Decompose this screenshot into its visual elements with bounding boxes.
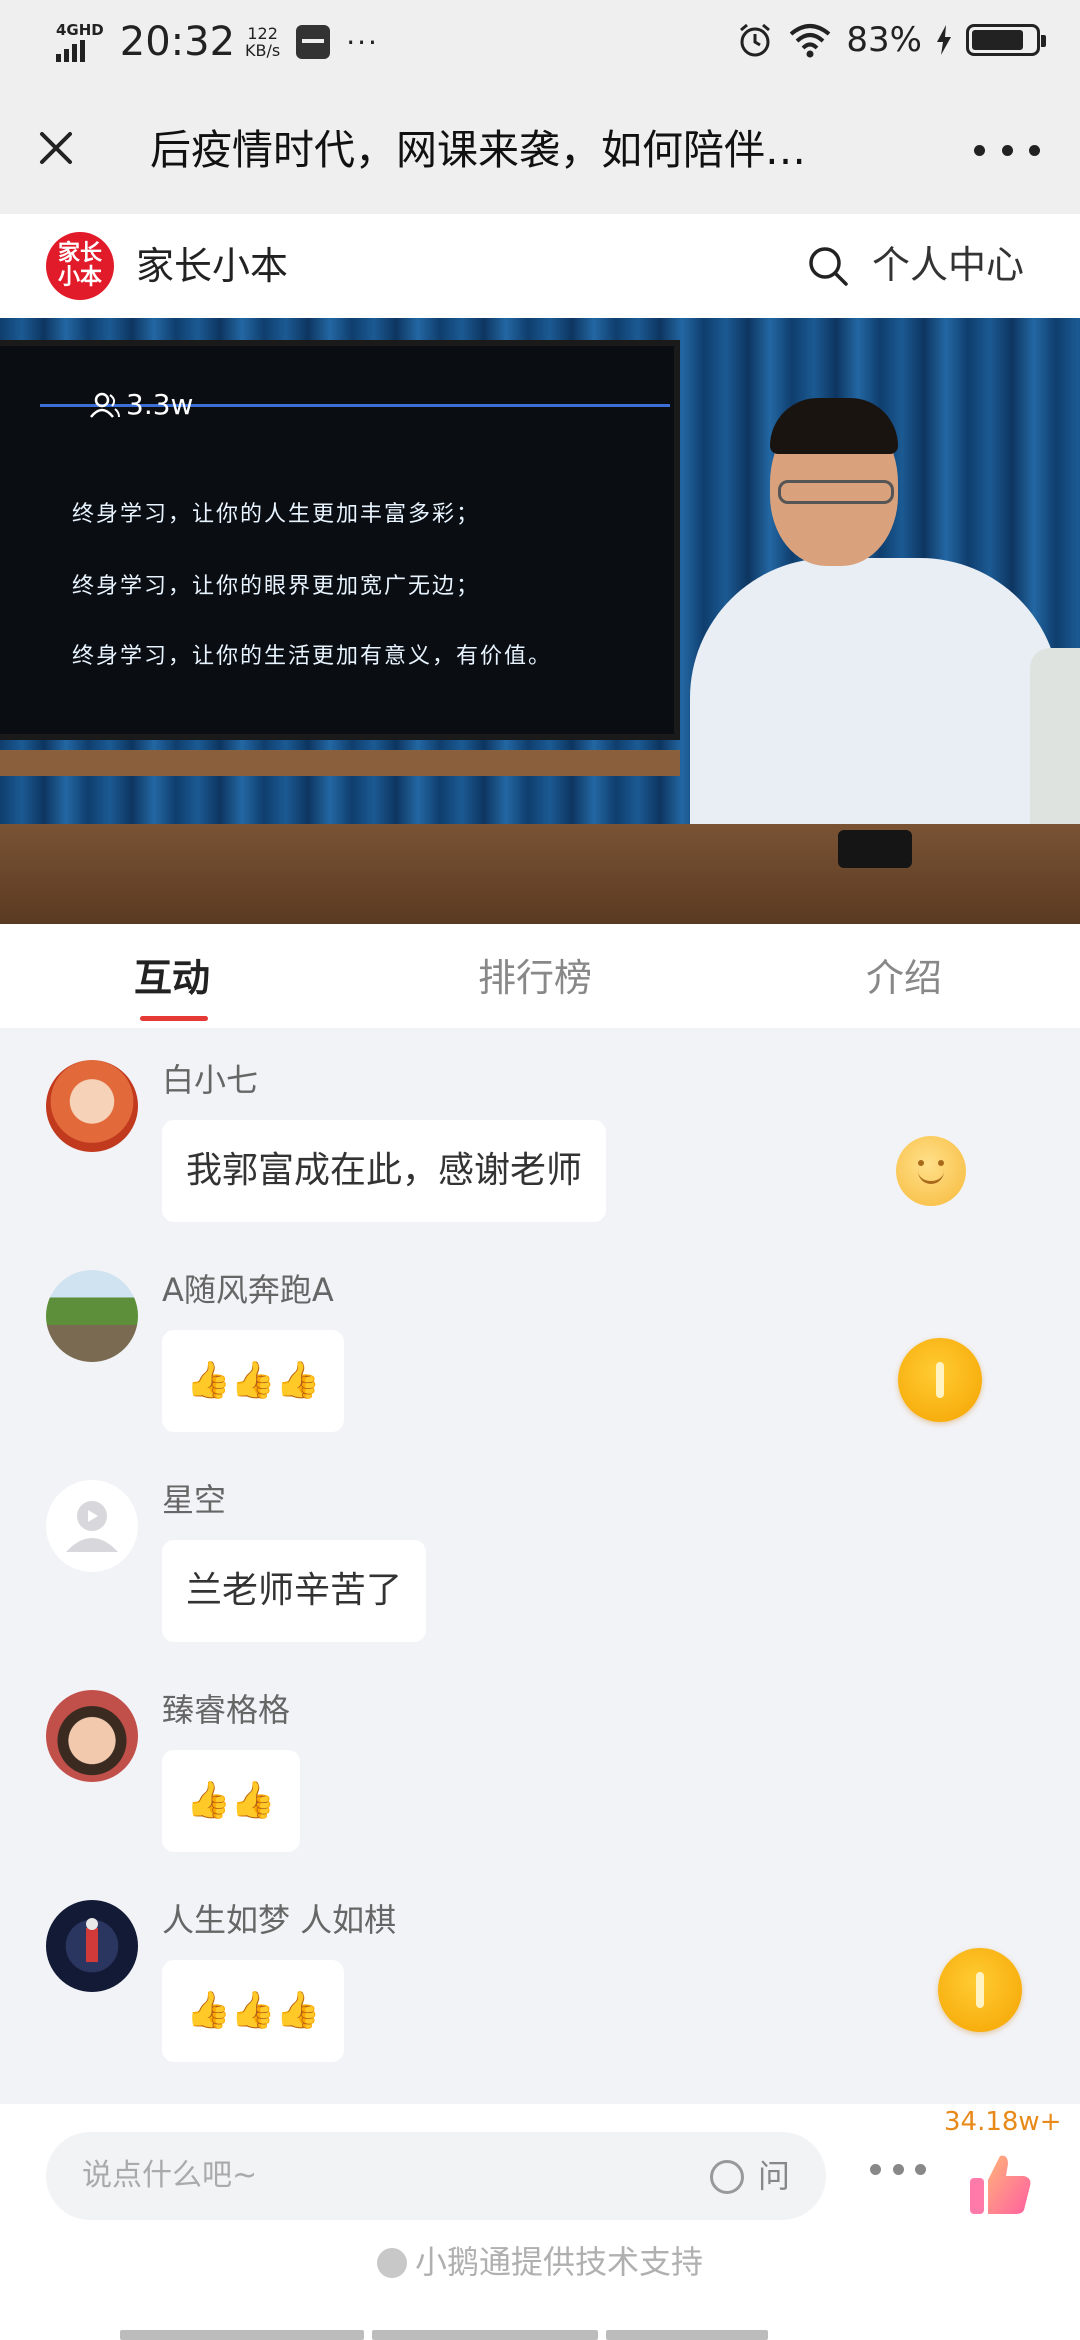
tab-bar: 互动 排行榜 介绍	[0, 924, 1080, 1028]
tech-support-note: 小鹅通提供技术支持	[0, 2238, 1080, 2286]
status-bar: 4GHD 20:32 122 KB/s ··· 83%	[0, 0, 1080, 84]
smile-emoji-icon	[896, 1136, 966, 1206]
viewer-count: 3.3w	[90, 388, 193, 421]
network-type: 4GHD	[56, 20, 104, 39]
charging-icon	[937, 25, 951, 55]
message-bubble: 👍👍👍	[162, 1960, 345, 2062]
viewers-icon	[90, 392, 120, 418]
page-title: 后疫情时代，网课来袭，如何陪伴…	[150, 126, 806, 174]
tv-cabinet	[0, 750, 680, 776]
more-actions-icon[interactable]	[870, 2164, 926, 2178]
message-nickname: A随风奔跑A	[162, 1271, 334, 1309]
notification-app-icon	[296, 25, 331, 59]
ask-question-label[interactable]: 问	[758, 2150, 790, 2202]
message-bubble: 👍👍	[162, 1750, 300, 1852]
presenter-glasses	[778, 480, 894, 504]
ask-question-toggle[interactable]	[710, 2160, 744, 2194]
tv-screen: 3.3w 终身学习，让你的人生更加丰富多彩； 终身学习，让你的眼界更加宽广无边；…	[0, 340, 680, 740]
gold-coin-icon	[938, 1948, 1022, 2032]
thumbs-up-like-icon[interactable]	[964, 2148, 1036, 2220]
speed-value: 122	[247, 24, 278, 43]
comment-input[interactable]: 说点什么吧~ 问	[46, 2132, 826, 2220]
brand-header: 家长 小本 家长小本 个人中心	[0, 214, 1080, 318]
search-icon[interactable]	[806, 244, 850, 288]
composer-bar: 说点什么吧~ 问 34.18w+ 小鹅通提供技术支持	[0, 2104, 1080, 2340]
dark-avatar[interactable]	[46, 1900, 138, 1992]
more-menu-icon[interactable]	[974, 130, 1040, 170]
battery-fill	[972, 30, 1024, 50]
message-nickname: 人生如梦 人如棋	[162, 1901, 397, 1939]
tv-line-3: 终身学习，让你的生活更加有意义，有价值。	[72, 644, 553, 669]
comment-placeholder: 说点什么吧~	[82, 2158, 258, 2193]
xiaoetong-logo-icon	[376, 2248, 407, 2278]
more-notifications-icon: ···	[346, 25, 379, 59]
tv-line-2: 终身学习，让你的眼界更加宽广无边；	[72, 574, 481, 599]
wifi-icon	[790, 24, 831, 58]
tv-line-1: 终身学习，让你的人生更加丰富多彩；	[72, 502, 481, 527]
tab-interaction[interactable]: 互动	[134, 952, 210, 1004]
chat-list[interactable]: 白小七 我郭富成在此，感谢老师 A随风奔跑A 👍👍👍 星空 兰老师辛苦了 臻睿格…	[0, 1028, 1080, 2104]
brand-name[interactable]: 家长小本	[136, 240, 288, 292]
tab-ranking[interactable]: 排行榜	[478, 952, 592, 1004]
child-avatar[interactable]	[46, 1690, 138, 1782]
brand-logo[interactable]: 家长 小本	[46, 232, 114, 300]
logo-text-top: 家长	[57, 241, 102, 266]
viewer-count-value: 3.3w	[126, 388, 194, 421]
presenter-hair	[770, 398, 898, 454]
like-count: 34.18w+	[944, 2107, 1062, 2137]
railway-avatar[interactable]	[46, 1270, 138, 1362]
title-bar: 后疫情时代，网课来袭，如何陪伴…	[0, 84, 1080, 214]
signal-icon: 4GHD	[56, 20, 104, 62]
status-right: 83%	[736, 20, 1046, 60]
support-text: 小鹅通提供技术支持	[414, 2243, 703, 2281]
clock: 20:32	[119, 19, 236, 65]
close-icon[interactable]	[28, 120, 84, 176]
message-nickname: 臻睿格格	[162, 1691, 291, 1729]
personal-center-link[interactable]: 个人中心	[872, 238, 1024, 292]
message-bubble: 我郭富成在此，感谢老师	[162, 1120, 607, 1222]
video-player[interactable]: 3.3w 终身学习，让你的人生更加丰富多彩； 终身学习，让你的眼界更加宽广无边；…	[0, 318, 1080, 924]
speed-unit: KB/s	[245, 41, 281, 60]
logo-text-bottom: 小本	[57, 265, 102, 290]
message-bubble: 👍👍👍	[162, 1330, 345, 1432]
active-tab-indicator	[140, 1016, 208, 1021]
message-bubble: 兰老师辛苦了	[162, 1540, 427, 1642]
phone-on-desk	[838, 830, 912, 868]
gold-coin-icon	[898, 1338, 982, 1422]
tab-intro[interactable]: 介绍	[866, 952, 942, 1004]
system-nav-bar	[120, 2330, 960, 2340]
status-left: 4GHD 20:32 122 KB/s ···	[56, 14, 379, 70]
battery-percent: 83%	[846, 20, 922, 60]
battery-icon	[966, 24, 1046, 56]
message-nickname: 白小七	[162, 1061, 259, 1099]
network-speed: 122 KB/s	[245, 25, 280, 59]
default-avatar[interactable]	[46, 1480, 138, 1572]
alarm-icon	[740, 23, 771, 57]
message-nickname: 星空	[162, 1481, 227, 1519]
desk	[0, 824, 1080, 924]
anime-avatar[interactable]	[46, 1060, 138, 1152]
